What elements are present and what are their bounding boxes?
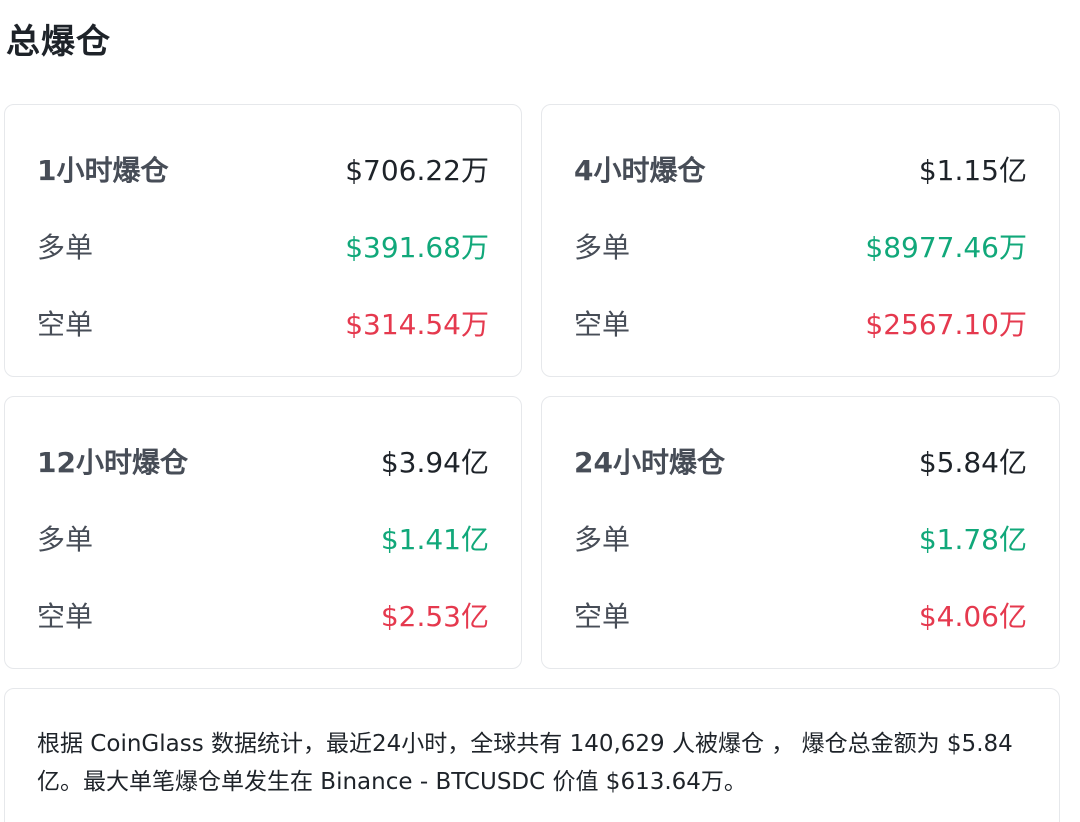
- long-row: 多单 $1.78亿: [574, 518, 1027, 558]
- short-row: 空单 $4.06亿: [574, 595, 1027, 635]
- long-label: 多单: [37, 231, 94, 264]
- total-value: $3.94亿: [380, 446, 489, 479]
- total-value: $706.22万: [345, 154, 489, 187]
- long-label: 多单: [37, 523, 94, 556]
- short-value: $2567.10万: [865, 308, 1027, 341]
- total-row: 4小时爆仓 $1.15亿: [574, 149, 1027, 189]
- total-row: 24小时爆仓 $5.84亿: [574, 441, 1027, 481]
- long-value: $8977.46万: [865, 231, 1027, 264]
- liquidation-card-24h[interactable]: 24小时爆仓 $5.84亿 多单 $1.78亿 空单 $4.06亿: [541, 396, 1060, 669]
- short-value: $314.54万: [345, 308, 489, 341]
- short-row: 空单 $2567.10万: [574, 303, 1027, 343]
- short-label: 空单: [574, 308, 631, 341]
- short-label: 空单: [574, 600, 631, 633]
- total-row: 12小时爆仓 $3.94亿: [37, 441, 489, 481]
- liquidation-card-12h[interactable]: 12小时爆仓 $3.94亿 多单 $1.41亿 空单 $2.53亿: [4, 396, 522, 669]
- liquidation-page: 总爆仓 1小时爆仓 $706.22万 多单 $391.68万 空单 $314.5…: [0, 0, 1080, 822]
- long-value: $1.78亿: [918, 523, 1027, 556]
- total-value: $1.15亿: [918, 154, 1027, 187]
- total-row: 1小时爆仓 $706.22万: [37, 149, 489, 189]
- long-value: $391.68万: [345, 231, 489, 264]
- short-label: 空单: [37, 600, 94, 633]
- short-value: $4.06亿: [918, 600, 1027, 633]
- card-title: 4小时爆仓: [574, 154, 706, 187]
- long-value: $1.41亿: [380, 523, 489, 556]
- summary-panel: 根据 CoinGlass 数据统计，最近24小时，全球共有 140,629 人被…: [4, 688, 1060, 822]
- short-label: 空单: [37, 308, 94, 341]
- card-title: 1小时爆仓: [37, 154, 169, 187]
- summary-text: 根据 CoinGlass 数据统计，最近24小时，全球共有 140,629 人被…: [37, 731, 1013, 795]
- long-label: 多单: [574, 523, 631, 556]
- page-title: 总爆仓: [6, 22, 111, 62]
- long-row: 多单 $8977.46万: [574, 226, 1027, 266]
- total-value: $5.84亿: [918, 446, 1027, 479]
- card-title: 12小时爆仓: [37, 446, 188, 479]
- liquidation-card-1h[interactable]: 1小时爆仓 $706.22万 多单 $391.68万 空单 $314.54万: [4, 104, 522, 377]
- long-row: 多单 $391.68万: [37, 226, 489, 266]
- short-row: 空单 $314.54万: [37, 303, 489, 343]
- short-row: 空单 $2.53亿: [37, 595, 489, 635]
- long-row: 多单 $1.41亿: [37, 518, 489, 558]
- liquidation-card-4h[interactable]: 4小时爆仓 $1.15亿 多单 $8977.46万 空单 $2567.10万: [541, 104, 1060, 377]
- long-label: 多单: [574, 231, 631, 264]
- card-title: 24小时爆仓: [574, 446, 725, 479]
- short-value: $2.53亿: [380, 600, 489, 633]
